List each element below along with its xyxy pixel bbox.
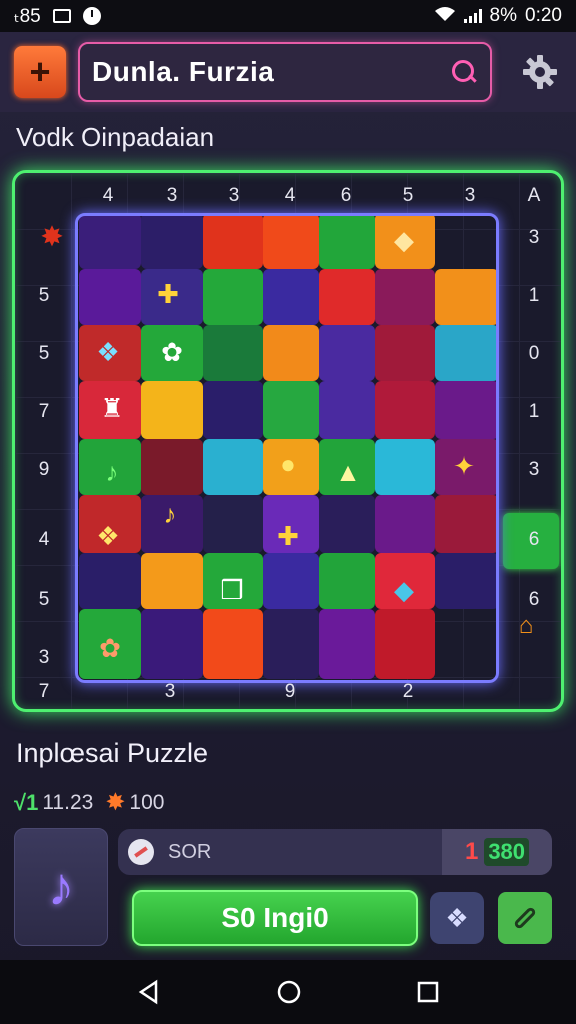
app-header: + Dunla. Furzia — [0, 32, 576, 112]
left-clue: 3 — [38, 647, 50, 668]
check-icon: √1 — [14, 789, 39, 815]
music-note-icon: ♪ — [47, 857, 75, 917]
left-clue: 7 — [38, 401, 50, 422]
diamond-icon: ❖ — [445, 902, 469, 933]
puzzle-board[interactable]: ✸ ⌂ ♪ ♪ ✿ ✿ ♜ ◆ ◆ ✚ ✚ ✦ ❖ ❖ ❒ ● ▲ 4 3 3 … — [12, 170, 564, 712]
right-clue: 0 — [528, 343, 540, 364]
top-clue: 3 — [166, 185, 178, 206]
section-title: Vodk Oinpadaian — [16, 122, 215, 152]
top-clue: 4 — [102, 185, 114, 206]
bottom-clue: 9 — [284, 681, 296, 702]
left-clue: 5 — [38, 343, 50, 364]
left-clue: 5 — [38, 285, 50, 306]
score-count: 1 — [464, 838, 479, 865]
gallery-icon — [52, 9, 71, 23]
star-icon: ✸ — [105, 789, 126, 816]
search-input[interactable]: Dunla. Furzia — [92, 56, 450, 88]
right-clue: 6 — [528, 589, 540, 610]
clock-time: 0:20 — [525, 5, 562, 26]
solve-button[interactable]: S0 Ingi0 — [132, 890, 418, 946]
add-button[interactable]: + — [14, 46, 66, 98]
board-frame — [75, 213, 499, 683]
back-icon[interactable] — [136, 979, 162, 1005]
progress-row: SOR 1 380 — [118, 829, 552, 875]
system-nav-bar — [0, 960, 576, 1024]
right-clue: 3 — [528, 227, 540, 248]
search-icon[interactable] — [450, 58, 478, 86]
left-clue: 5 — [38, 589, 50, 610]
top-clue: 4 — [284, 185, 296, 206]
stars-count: 100 — [129, 790, 165, 814]
bottom-clue: 2 — [402, 681, 414, 702]
loose-piece-icon[interactable]: ✸ — [35, 219, 69, 253]
search-bar[interactable]: Dunla. Furzia — [78, 42, 492, 102]
score-badge: 1 380 — [442, 829, 552, 875]
signal-icon — [463, 9, 482, 23]
pencil-icon — [514, 907, 536, 929]
loose-piece-icon[interactable]: ⌂ — [509, 609, 543, 643]
hint-button[interactable]: ❖ — [430, 892, 484, 944]
score-value: 380 — [484, 838, 530, 866]
progress-label: SOR — [168, 840, 212, 863]
top-clue: 3 — [464, 185, 476, 206]
compass-icon — [128, 839, 154, 865]
clock-icon — [82, 7, 101, 25]
right-clue: 6 — [528, 529, 540, 550]
battery-text: 8% — [489, 5, 518, 26]
left-clue: 7 — [38, 681, 50, 702]
top-clue: 5 — [402, 185, 414, 206]
pencil-button[interactable] — [498, 892, 552, 944]
left-clue: 9 — [38, 459, 50, 480]
right-clue: 1 — [528, 401, 540, 422]
right-clue: 3 — [528, 459, 540, 480]
right-clue: 1 — [528, 285, 540, 306]
wifi-icon — [434, 6, 456, 27]
status-bar: ₜ85 8% 0:20 — [0, 0, 576, 32]
game-screen: ₜ85 8% 0:20 + Dunla. Furzia Vodk Oinpada… — [0, 0, 576, 1024]
top-clue: 3 — [228, 185, 240, 206]
selected-piece-preview[interactable]: ♪ — [14, 828, 108, 946]
top-clue: A — [527, 185, 541, 206]
status-left-text: ₜ85 — [14, 5, 41, 27]
top-clue: 6 — [340, 185, 352, 206]
home-icon[interactable] — [275, 978, 303, 1006]
gear-icon[interactable] — [518, 50, 562, 94]
stats-row: √1 11.23 ✸ 100 — [14, 788, 164, 817]
recents-icon[interactable] — [416, 980, 440, 1004]
puzzle-title: Inplœsai Puzzle — [16, 738, 209, 768]
bottom-clue: 3 — [164, 681, 176, 702]
stats-value: 11.23 — [42, 790, 94, 814]
left-clue: 4 — [38, 529, 50, 550]
